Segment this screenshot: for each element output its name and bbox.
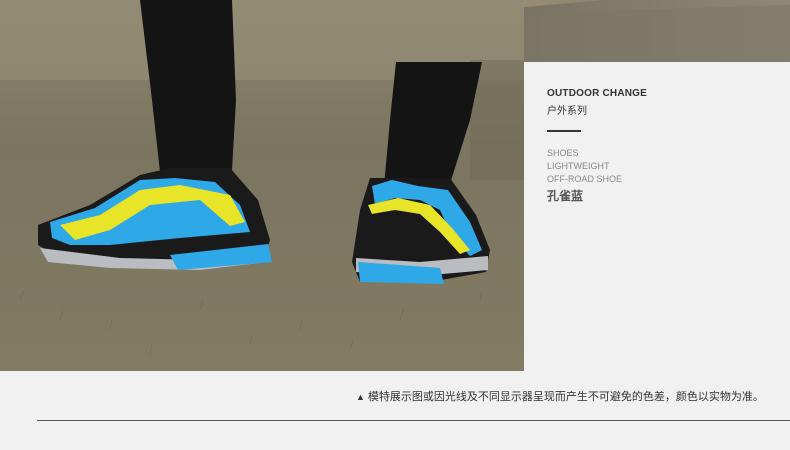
series-title-en: OUTDOOR CHANGE (547, 88, 648, 99)
spec-list: SHOES LIGHTWEIGHT OFF-ROAD SHOE (547, 147, 647, 186)
product-info: OUTDOOR CHANGE 户外系列 SHOES LIGHTWEIGHT OF… (547, 88, 647, 204)
model-shoes-image (0, 0, 524, 371)
spec-item: OFF-ROAD SHOE (547, 174, 623, 184)
triangle-icon: ▲ (356, 392, 365, 402)
color-name: 孔雀蓝 (547, 189, 584, 203)
product-photo-main (0, 0, 524, 371)
series-title-cn: 户外系列 (547, 106, 587, 117)
title-divider (547, 130, 581, 132)
spec-item: SHOES (547, 148, 579, 158)
bottom-divider (37, 420, 790, 421)
spec-item: LIGHTWEIGHT (547, 161, 610, 171)
color-disclaimer: ▲ 模特展示图或因光线及不同显示器呈现而产生不可避免的色差，颜色以实物为准。 (356, 388, 764, 404)
disclaimer-text: 模特展示图或因光线及不同显示器呈现而产生不可避免的色差，颜色以实物为准。 (367, 391, 764, 403)
